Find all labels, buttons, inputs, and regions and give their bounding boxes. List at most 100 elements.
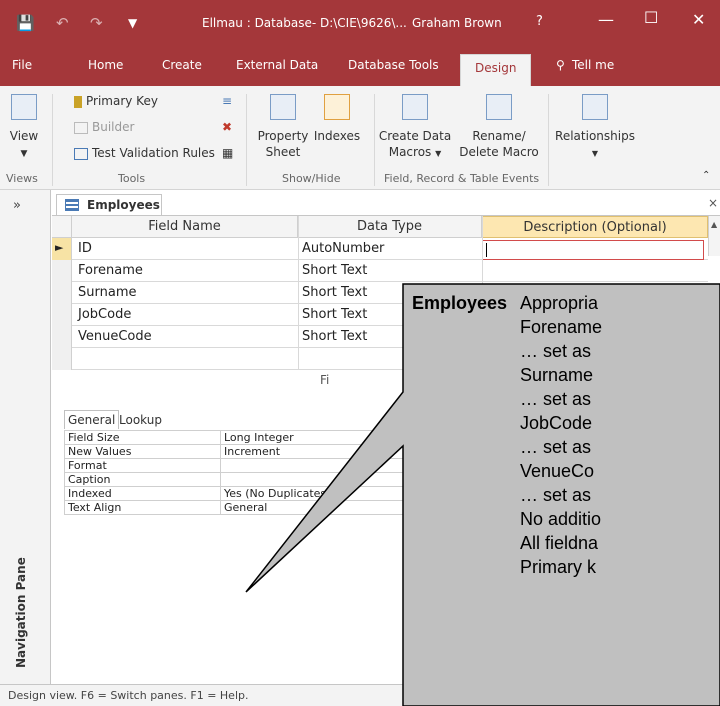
- view-button[interactable]: View ▼: [4, 94, 44, 162]
- ribbon-tabs: File Home Create External Data Database …: [0, 46, 720, 86]
- group-events-label: Field, Record & Table Events: [384, 172, 540, 185]
- row-selector[interactable]: [52, 282, 72, 304]
- row-selector[interactable]: [52, 326, 72, 348]
- tab-home[interactable]: Home: [88, 58, 123, 72]
- group-tools-label: Tools: [118, 172, 146, 185]
- grid-scrollbar[interactable]: ▲: [708, 216, 720, 256]
- property-row[interactable]: Field Size Long Integer: [64, 430, 421, 445]
- create-data-macros-button[interactable]: Create Data Macros ▼: [378, 94, 452, 162]
- maximize-icon[interactable]: ☐: [644, 8, 658, 27]
- collapse-ribbon-icon[interactable]: ⌃: [702, 170, 710, 181]
- chevron-down-icon: ▼: [591, 149, 599, 158]
- key-icon: [74, 95, 82, 108]
- save-icon[interactable]: 💾: [16, 14, 35, 32]
- tab-tell-me[interactable]: Tell me: [572, 58, 614, 72]
- customize-qat-icon[interactable]: ▼: [128, 16, 137, 30]
- callout-line: … set as: [520, 341, 592, 361]
- property-row[interactable]: Caption: [64, 472, 421, 487]
- status-text: Design view. F6 = Switch panes. F1 = Hel…: [8, 689, 249, 702]
- callout-line: Appropria: [520, 293, 599, 313]
- relationships-icon: [582, 94, 608, 120]
- tab-file[interactable]: File: [12, 58, 32, 72]
- view-icon: [11, 94, 37, 120]
- property-row[interactable]: Text Align General: [64, 500, 421, 515]
- row-selector[interactable]: [52, 304, 72, 326]
- field-properties-label: Fi: [320, 373, 330, 387]
- builder-button[interactable]: Builder: [74, 120, 134, 134]
- data-macro-icon: [402, 94, 428, 120]
- tell-me-icon[interactable]: ⚲: [556, 58, 565, 72]
- insert-rows-icon[interactable]: ≡: [222, 94, 232, 108]
- callout-line: … set as: [520, 485, 592, 505]
- navigation-pane-label: Navigation Pane: [14, 557, 28, 668]
- callout-title: Employees: [412, 293, 508, 313]
- callout-line: Primary k: [520, 557, 596, 577]
- ribbon: View ▼ Views Primary Key Builder Test Va…: [0, 86, 720, 190]
- document-tab-employees[interactable]: Employees: [56, 194, 162, 216]
- modify-lookups-icon[interactable]: ▦: [222, 146, 233, 160]
- group-divider: [548, 94, 549, 186]
- callout-line: No additio: [520, 509, 602, 529]
- expand-nav-icon[interactable]: »: [13, 198, 21, 213]
- tab-create[interactable]: Create: [162, 58, 202, 72]
- grid-corner: [52, 216, 72, 238]
- callout-line: JobCode: [520, 413, 593, 433]
- relationships-button[interactable]: Relationships ▼: [552, 94, 638, 162]
- text-caret: [486, 243, 487, 257]
- validation-icon: [74, 147, 88, 160]
- group-divider: [52, 94, 53, 186]
- callout-line: Forename: [520, 317, 603, 337]
- row-selector[interactable]: [52, 348, 72, 370]
- navigation-pane[interactable]: » Navigation Pane: [0, 190, 51, 684]
- undo-icon[interactable]: ↶: [56, 14, 69, 32]
- column-header-data-type: Data Type: [298, 216, 482, 238]
- tab-database-tools[interactable]: Database Tools: [348, 58, 439, 72]
- callout-line: All fieldna: [520, 533, 599, 553]
- tab-design[interactable]: Design: [460, 54, 532, 86]
- builder-icon: [74, 121, 88, 134]
- user-name[interactable]: Graham Brown: [412, 16, 502, 30]
- tab-lookup[interactable]: Lookup: [116, 411, 165, 429]
- property-sheet-icon: [270, 94, 296, 120]
- callout-line: … set as: [520, 389, 592, 409]
- column-header-field-name: Field Name: [72, 216, 298, 238]
- callout-line: VenueCo: [520, 461, 595, 481]
- scroll-up-icon[interactable]: ▲: [711, 220, 717, 229]
- indexes-button[interactable]: Indexes: [312, 94, 362, 144]
- minimize-icon[interactable]: —: [598, 10, 614, 29]
- group-divider: [246, 94, 247, 186]
- field-properties-table: Field Size Long Integer New Values Increme…: [64, 430, 421, 515]
- group-divider: [374, 94, 375, 186]
- primary-key-button[interactable]: Primary Key: [74, 94, 158, 108]
- test-validation-rules-button[interactable]: Test Validation Rules: [74, 146, 215, 160]
- indexes-icon: [324, 94, 350, 120]
- table-icon: [65, 199, 79, 211]
- description-input[interactable]: [482, 240, 704, 260]
- help-icon[interactable]: ?: [536, 14, 543, 29]
- title-bar: 💾 ↶ ↷ ▼ Ellmau : Database- D:\CIE\9626\.…: [0, 0, 720, 46]
- primary-key-icon: ►: [52, 238, 72, 260]
- rename-macro-icon: [486, 94, 512, 120]
- tab-general[interactable]: General: [64, 410, 120, 429]
- property-row[interactable]: Indexed Yes (No Duplicates): [64, 486, 421, 501]
- redo-icon[interactable]: ↷: [90, 14, 103, 32]
- column-header-description: Description (Optional): [482, 216, 708, 238]
- callout-text: Employees Appropria Forename … set as Su…: [412, 292, 720, 706]
- window-title: Ellmau : Database- D:\CIE\9626\...: [202, 16, 407, 30]
- group-views-label: Views: [6, 172, 38, 185]
- tab-external-data[interactable]: External Data: [236, 58, 318, 72]
- property-row[interactable]: New Values Increment: [64, 444, 421, 459]
- table-row[interactable]: Forename Short Text: [52, 260, 708, 282]
- column-divider: [298, 216, 299, 370]
- group-show-hide-label: Show/Hide: [282, 172, 341, 185]
- property-sheet-button[interactable]: Property Sheet: [256, 94, 310, 160]
- rename-delete-macro-button[interactable]: Rename/ Delete Macro: [456, 94, 542, 160]
- delete-rows-icon[interactable]: ✖: [222, 120, 232, 134]
- close-document-icon[interactable]: ×: [708, 196, 718, 210]
- chevron-down-icon: ▼: [20, 149, 28, 159]
- callout-line: … set as: [520, 437, 592, 457]
- property-row[interactable]: Format: [64, 458, 421, 473]
- row-selector[interactable]: [52, 260, 72, 282]
- callout-line: Surname: [520, 365, 594, 385]
- close-window-icon[interactable]: ✕: [692, 10, 705, 29]
